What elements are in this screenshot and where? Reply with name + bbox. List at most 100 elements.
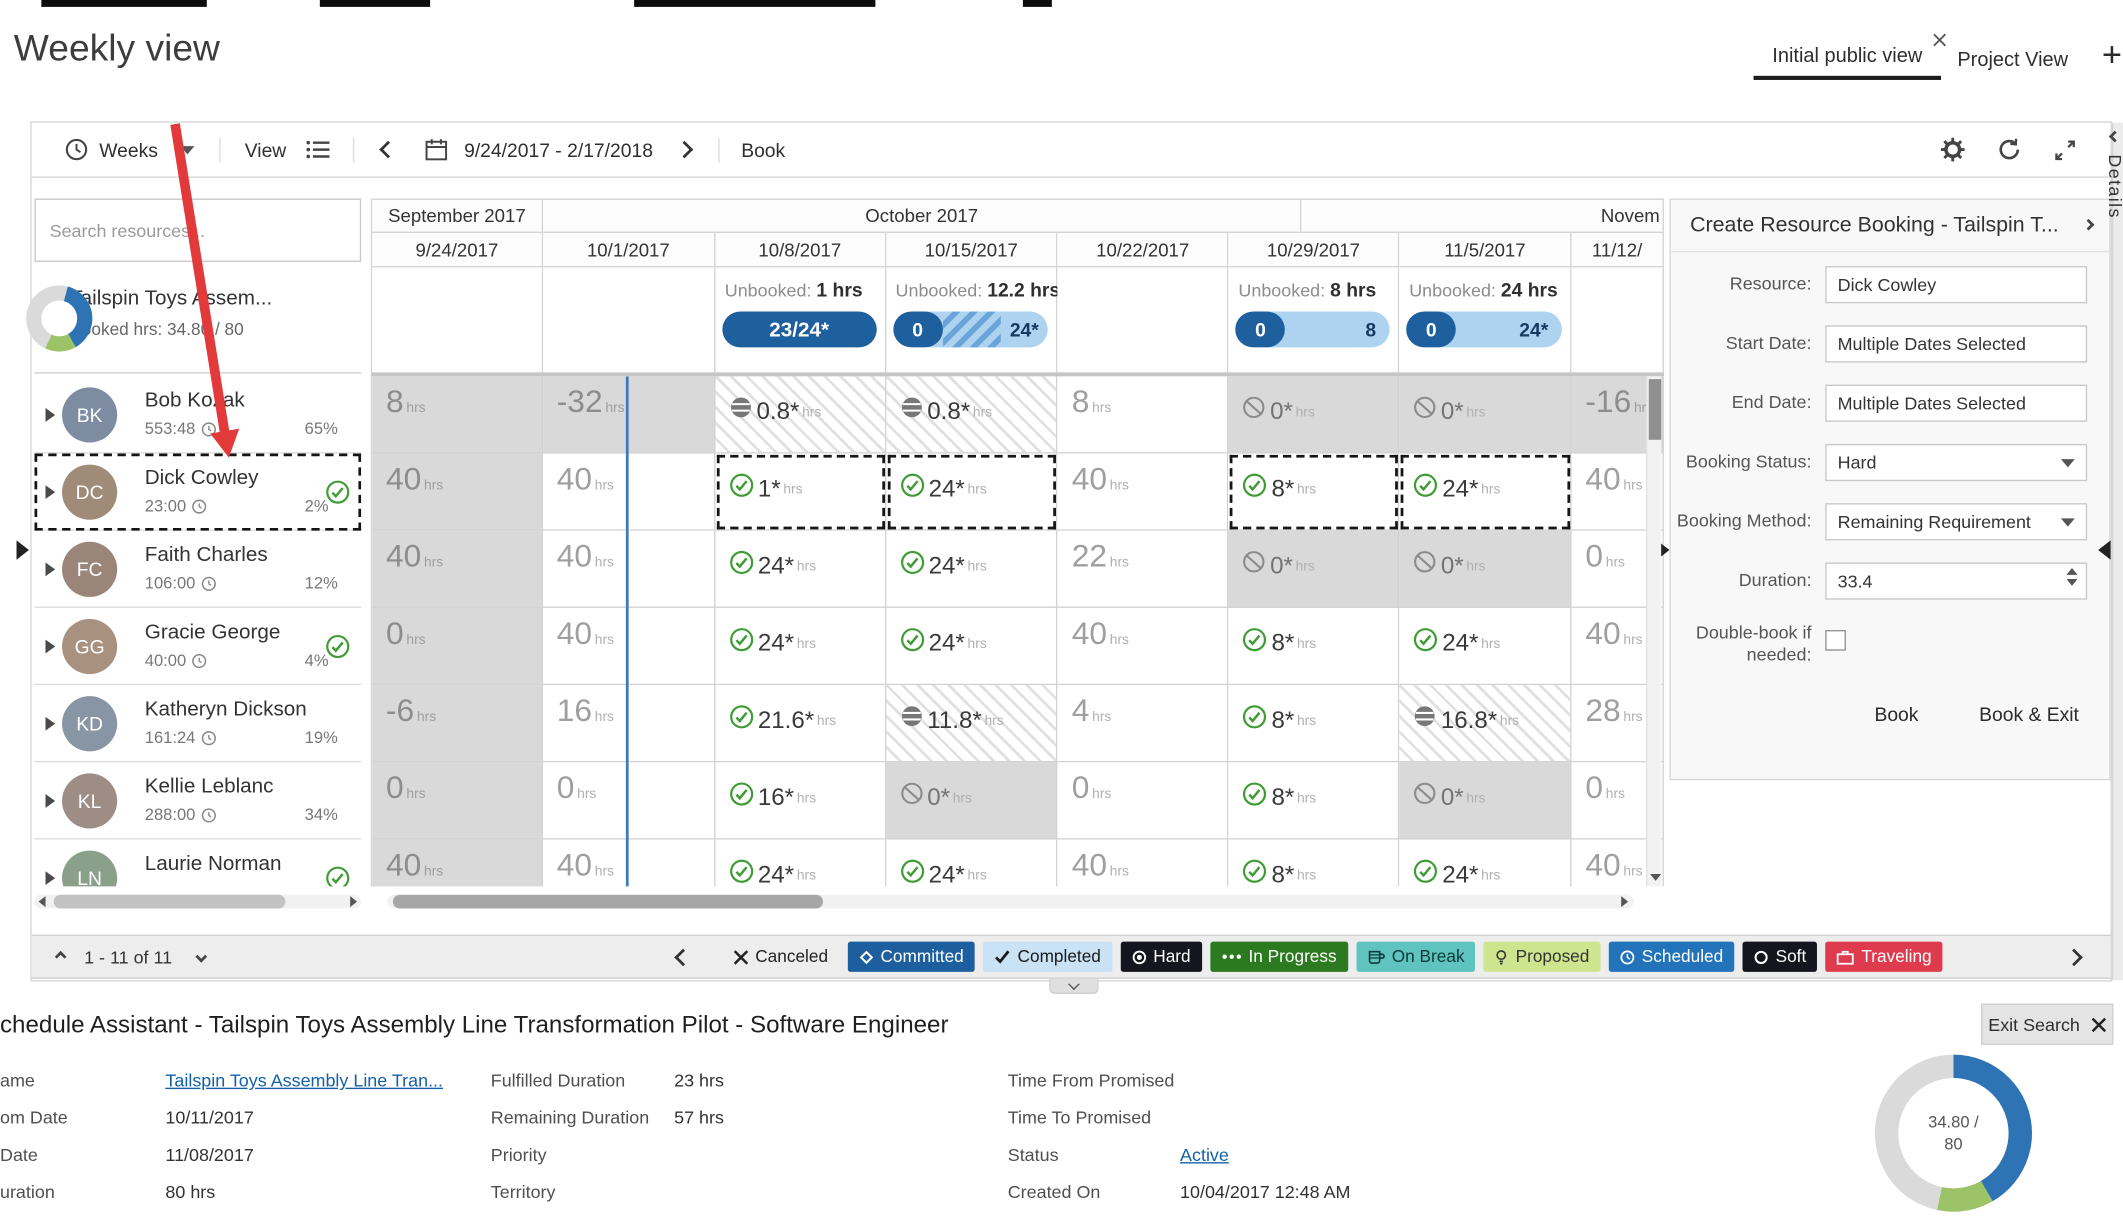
weeks-dropdown-caret[interactable] xyxy=(180,145,194,153)
booking-progress-pill[interactable]: 08 xyxy=(1236,312,1390,348)
schedule-cell[interactable]: 40hrs xyxy=(372,454,543,531)
schedule-cell[interactable]: 24*hrs xyxy=(886,454,1058,531)
duration-stepper[interactable]: 33.4 xyxy=(1825,562,2087,599)
resource-row[interactable]: GGGracie George40:00 4% xyxy=(34,608,361,685)
schedule-cell[interactable]: 0.8*hrs xyxy=(886,376,1058,453)
team-row[interactable]: Tailspin Toys Assem... Booked hrs: 34.80… xyxy=(34,267,361,373)
gear-icon[interactable] xyxy=(1940,136,1966,162)
book-button[interactable]: Book xyxy=(741,139,785,161)
schedule-cell[interactable]: 40hrs xyxy=(543,454,715,531)
schedule-cell[interactable]: 11.8*hrs xyxy=(886,685,1058,762)
start-date-field[interactable]: Multiple Dates Selected xyxy=(1825,325,2087,362)
scrollbar-thumb[interactable] xyxy=(1649,379,1661,440)
tab-initial-public-view[interactable]: Initial public view xyxy=(1754,33,1941,80)
field-value-link[interactable]: Tailspin Toys Assembly Line Tran... xyxy=(165,1070,443,1091)
schedule-cell[interactable]: 40hrs xyxy=(1058,608,1229,685)
schedule-cell[interactable]: 22hrs xyxy=(1058,531,1229,608)
schedule-cell[interactable]: 0*hrs xyxy=(1399,531,1571,608)
resource-field[interactable]: Dick Cowley xyxy=(1825,266,2087,303)
legend-soft[interactable]: Soft xyxy=(1742,942,1817,972)
booking-progress-pill[interactable]: 024* xyxy=(1406,312,1562,348)
schedule-cell[interactable]: 8*hrs xyxy=(1229,762,1400,839)
expand-icon[interactable] xyxy=(2053,137,2078,162)
schedule-cell[interactable]: 24*hrs xyxy=(886,531,1058,608)
schedule-cell[interactable]: 0*hrs xyxy=(1399,376,1571,453)
resource-row[interactable]: KDKatheryn Dickson161:24 19% xyxy=(34,685,361,762)
schedule-cell[interactable]: -6hrs xyxy=(372,685,543,762)
book-button[interactable]: Book xyxy=(1874,702,1918,724)
legend-hard[interactable]: Hard xyxy=(1120,942,1201,972)
schedule-cell[interactable]: 24*hrs xyxy=(715,840,886,887)
legend-in-progress[interactable]: In Progress xyxy=(1210,942,1348,972)
expand-arrow-icon[interactable] xyxy=(45,562,55,576)
week-header[interactable]: 9/24/2017 xyxy=(372,233,543,267)
schedule-cell[interactable]: 0hrs xyxy=(372,608,543,685)
scroll-left-icon[interactable] xyxy=(39,896,46,907)
schedule-cell[interactable]: 24*hrs xyxy=(886,840,1058,887)
schedule-cell[interactable]: 0*hrs xyxy=(886,762,1058,839)
schedule-cell[interactable]: 8*hrs xyxy=(1229,608,1400,685)
grid-horizontal-scrollbar[interactable] xyxy=(387,895,1633,909)
scrollbar-thumb[interactable] xyxy=(393,895,823,909)
schedule-cell[interactable]: 8*hrs xyxy=(1229,685,1400,762)
booking-progress-pill[interactable]: 024* xyxy=(893,312,1049,348)
week-header[interactable]: 11/12/ xyxy=(1572,233,1664,267)
refresh-icon[interactable] xyxy=(1996,136,2022,162)
left-panel-scrollbar[interactable] xyxy=(34,895,361,909)
schedule-cell[interactable]: 0*hrs xyxy=(1399,762,1571,839)
schedule-cell[interactable]: 24*hrs xyxy=(715,531,886,608)
splitter-handle[interactable] xyxy=(2098,540,2110,559)
resource-row[interactable]: BKBob Kozak553:48 65% xyxy=(34,376,361,453)
stepper-down-icon[interactable] xyxy=(2066,579,2077,586)
schedule-cell[interactable]: 21.6*hrs xyxy=(715,685,886,762)
legend-on-break[interactable]: On Break xyxy=(1356,942,1476,972)
week-header[interactable]: 11/5/2017 xyxy=(1400,233,1572,267)
legend-scroll-right-icon[interactable] xyxy=(2065,948,2083,966)
schedule-cell[interactable]: -32hrs xyxy=(543,376,715,453)
schedule-cell[interactable]: 24*hrs xyxy=(886,608,1058,685)
collapse-panel-tab[interactable] xyxy=(1049,979,1099,994)
resource-row[interactable]: KLKellie Leblanc288:00 34% xyxy=(34,762,361,839)
close-tab-icon[interactable] xyxy=(1933,30,1947,52)
week-header[interactable]: 10/15/2017 xyxy=(886,233,1058,267)
schedule-cell[interactable]: 40hrs xyxy=(372,531,543,608)
next-range-chevron-icon[interactable] xyxy=(675,141,693,159)
end-date-field[interactable]: Multiple Dates Selected xyxy=(1825,385,2087,422)
schedule-cell[interactable]: 0*hrs xyxy=(1229,376,1400,453)
booking-progress-pill[interactable]: 23/24* xyxy=(722,312,876,348)
exit-search-button[interactable]: Exit Search xyxy=(1981,1004,2113,1045)
weeks-mode-label[interactable]: Weeks xyxy=(99,139,158,161)
schedule-cell[interactable]: 40hrs xyxy=(543,608,715,685)
legend-proposed[interactable]: Proposed xyxy=(1484,942,1601,972)
schedule-cell[interactable]: 0hrs xyxy=(543,762,715,839)
expand-arrow-icon[interactable] xyxy=(45,640,55,654)
scroll-down-icon[interactable] xyxy=(1647,874,1662,881)
schedule-cell[interactable]: 40hrs xyxy=(543,531,715,608)
schedule-cell[interactable]: 4hrs xyxy=(1058,685,1229,762)
schedule-cell[interactable]: 8*hrs xyxy=(1229,840,1400,887)
scrollbar-thumb[interactable] xyxy=(54,895,286,909)
search-input[interactable] xyxy=(50,220,346,241)
schedule-cell[interactable]: 0*hrs xyxy=(1229,531,1400,608)
schedule-cell[interactable]: 0hrs xyxy=(1058,762,1229,839)
page-down-chevron-icon[interactable] xyxy=(195,951,207,963)
schedule-cell[interactable]: 40hrs xyxy=(372,840,543,887)
legend-committed[interactable]: Committed xyxy=(847,942,974,972)
chevron-right-icon[interactable] xyxy=(2083,219,2095,231)
schedule-cell[interactable]: 40hrs xyxy=(1058,454,1229,531)
book-exit-button[interactable]: Book & Exit xyxy=(1979,702,2079,724)
booking-method-select[interactable]: Remaining Requirement xyxy=(1825,503,2087,540)
stepper-up-icon[interactable] xyxy=(2066,568,2077,575)
splitter-handle[interactable] xyxy=(17,540,29,559)
details-tab[interactable]: Details xyxy=(2105,154,2123,218)
schedule-cell[interactable]: 24*hrs xyxy=(1399,454,1571,531)
scroll-right-icon[interactable] xyxy=(1621,896,1628,907)
expand-arrow-icon[interactable] xyxy=(45,485,55,499)
schedule-cell[interactable]: 24*hrs xyxy=(1399,608,1571,685)
week-header[interactable]: 10/22/2017 xyxy=(1058,233,1229,267)
view-label[interactable]: View xyxy=(245,139,286,161)
schedule-cell[interactable]: 8hrs xyxy=(1058,376,1229,453)
schedule-cell[interactable]: 16.8*hrs xyxy=(1399,685,1571,762)
week-header[interactable]: 10/29/2017 xyxy=(1229,233,1400,267)
add-tab-button[interactable]: + xyxy=(2095,36,2123,76)
